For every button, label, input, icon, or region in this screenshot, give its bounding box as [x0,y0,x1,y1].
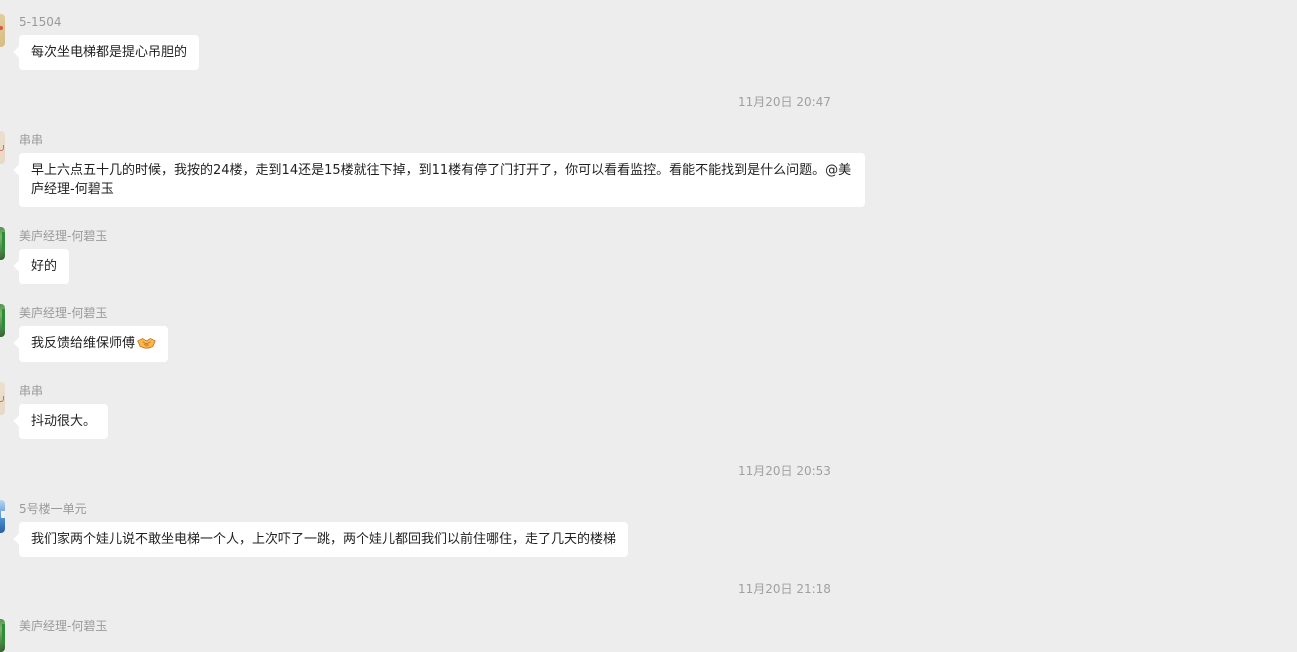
sender-avatar[interactable] [0,619,5,652]
chat-message-list: 5-1504 每次坐电梯都是提心吊胆的 11月20日 20:47 串串 早上六点… [0,0,1297,652]
sender-name: 美庐经理-何碧玉 [19,229,108,243]
sender-name: 5号楼一单元 [19,502,87,516]
sender-avatar[interactable] [0,304,5,337]
sender-avatar[interactable] [0,14,5,47]
message-bubble[interactable]: 抖动很大。 [19,404,109,439]
sender-name: 美庐经理-何碧玉 [19,619,108,633]
sender-avatar[interactable] [0,382,5,415]
timestamp: 11月20日 20:53 [738,464,831,478]
timestamp: 11月20日 20:47 [738,95,831,109]
sender-name: 5-1504 [19,15,62,29]
message-bubble[interactable]: 我反馈给维保师傅 [19,326,169,362]
sender-avatar[interactable] [0,500,5,533]
handshake-emoji [137,338,156,349]
message-bubble[interactable]: 每次坐电梯都是提心吊胆的 [19,35,200,70]
sender-name: 串串 [19,133,44,147]
sender-name: 串串 [19,384,44,398]
sender-name: 美庐经理-何碧玉 [19,306,108,320]
timestamp: 11月20日 21:18 [738,582,831,596]
sender-avatar[interactable] [0,131,5,164]
message-text: 我反馈给维保师傅 [31,336,136,351]
sender-avatar[interactable] [0,227,5,260]
message-bubble[interactable]: 我们家两个娃儿说不敢坐电梯一个人，上次吓了一跳，两个娃儿都回我们以前住哪住，走了… [19,522,629,557]
message-bubble[interactable]: 早上六点五十几的时候，我按的24楼，走到14还是15楼就往下掉，到11楼有停了门… [19,153,865,207]
message-bubble[interactable]: 好的 [19,249,70,284]
